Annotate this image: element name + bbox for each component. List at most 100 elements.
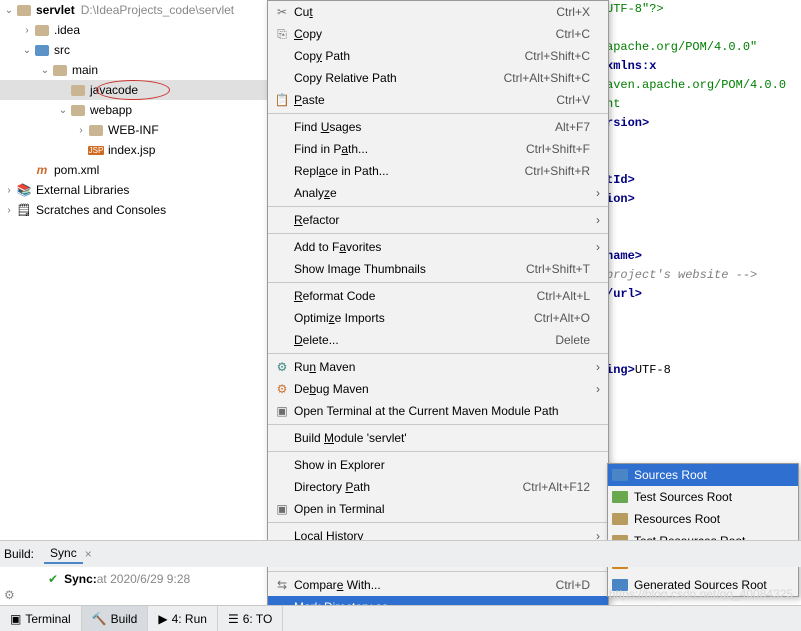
tree-item[interactable]: m pom.xml	[0, 160, 267, 180]
tree-twisty[interactable]: ⌄	[20, 45, 34, 56]
menu-item[interactable]: Copy Relative Path Ctrl+Alt+Shift+C	[268, 67, 608, 89]
menu-item[interactable]: Reformat CodeCtrl+Alt+L	[268, 285, 608, 307]
menu-item[interactable]: ▣Open in Terminal	[268, 498, 608, 520]
project-root-path: D:\IdeaProjects_code\servlet	[81, 3, 234, 17]
menu-item[interactable]: Optimize ImportsCtrl+Alt+O	[268, 307, 608, 329]
project-tree[interactable]: ⌄ servlet D:\IdeaProjects_code\servlet ›…	[0, 0, 267, 560]
menu-label: Copy Path	[292, 49, 505, 63]
folder-color-icon	[612, 491, 628, 503]
menu-item[interactable]: 📋PasteCtrl+V	[268, 89, 608, 111]
folder-icon: m	[34, 162, 50, 178]
menu-label: Refactor	[292, 213, 590, 227]
menu-label: Debug Maven	[292, 382, 590, 396]
menu-label: Open Terminal at the Current Maven Modul…	[292, 404, 590, 418]
sync-status-label: Sync:	[64, 572, 97, 586]
menu-item[interactable]: Add to Favorites›	[268, 236, 608, 258]
folder-icon: JSP	[88, 142, 104, 158]
folder-icon	[88, 122, 104, 138]
tree-item-label: .idea	[54, 23, 80, 37]
tree-item[interactable]: ⌄src	[0, 40, 267, 60]
menu-item[interactable]: Show in Explorer	[268, 454, 608, 476]
chevron-down-icon[interactable]: ⌄	[2, 5, 16, 16]
menu-item[interactable]: Replace in Path... Ctrl+Shift+R	[268, 160, 608, 182]
menu-shortcut: Ctrl+C	[556, 27, 590, 41]
external-libraries[interactable]: External Libraries	[36, 183, 129, 197]
tree-item[interactable]: ⌄ webapp	[0, 100, 267, 120]
submenu-item[interactable]: Test Sources Root	[608, 486, 798, 508]
menu-icon: ⎘	[272, 27, 292, 42]
menu-shortcut: Ctrl+Alt+Shift+C	[504, 71, 590, 85]
menu-label: Delete...	[292, 333, 535, 347]
menu-shortcut: Ctrl+Alt+O	[534, 311, 590, 325]
menu-label: Build Module 'servlet'	[292, 431, 590, 445]
submenu-label: Sources Root	[634, 468, 707, 482]
build-toolwindow-header[interactable]: Build: Sync ×	[0, 540, 801, 567]
menu-shortcut: Ctrl+Alt+L	[537, 289, 590, 303]
tree-item[interactable]: javacode	[0, 80, 267, 100]
tree-item-label: webapp	[90, 103, 132, 117]
scratches-consoles[interactable]: Scratches and Consoles	[36, 203, 166, 217]
folder-color-icon	[612, 513, 628, 525]
todo-tab[interactable]: ☰ 6: TO	[218, 606, 283, 631]
menu-shortcut: Ctrl+Alt+F12	[523, 480, 590, 494]
build-label: Build:	[4, 547, 34, 561]
chevron-right-icon[interactable]: ›	[2, 185, 16, 196]
tree-item-label: index.jsp	[108, 143, 155, 157]
menu-shortcut: Ctrl+Shift+R	[525, 164, 590, 178]
folder-icon	[16, 2, 32, 18]
menu-item[interactable]: Copy PathCtrl+Shift+C	[268, 45, 608, 67]
menu-icon: ⚙	[272, 360, 292, 374]
submenu-item[interactable]: Resources Root	[608, 508, 798, 530]
menu-label: Copy Relative Path	[292, 71, 484, 85]
submenu-arrow-icon: ›	[590, 186, 600, 200]
menu-item[interactable]: ⎘Copy Ctrl+C	[268, 23, 608, 45]
menu-item[interactable]: Delete...Delete	[268, 329, 608, 351]
tree-twisty[interactable]: ›	[20, 25, 34, 36]
menu-label: Run Maven	[292, 360, 590, 374]
menu-item[interactable]: ⚙Debug Maven›	[268, 378, 608, 400]
menu-item[interactable]: Find UsagesAlt+F7	[268, 116, 608, 138]
menu-shortcut: Ctrl+Shift+F	[526, 142, 590, 156]
menu-item[interactable]: ⚙Run Maven›	[268, 356, 608, 378]
folder-icon	[34, 22, 50, 38]
tree-twisty[interactable]: ⌄	[56, 105, 70, 116]
build-tab[interactable]: 🔨 Build	[82, 606, 149, 631]
menu-item[interactable]: Refactor›	[268, 209, 608, 231]
terminal-tab[interactable]: ▣ Terminal	[0, 606, 82, 631]
chevron-right-icon[interactable]: ›	[2, 205, 16, 216]
menu-item[interactable]: Directory Path Ctrl+Alt+F12	[268, 476, 608, 498]
tree-item[interactable]: ›WEB-INF	[0, 120, 267, 140]
menu-item[interactable]: Show Image ThumbnailsCtrl+Shift+T	[268, 258, 608, 280]
menu-item[interactable]: Build Module 'servlet'	[268, 427, 608, 449]
submenu-label: Resources Root	[634, 512, 720, 526]
scratches-icon: 🗒	[16, 202, 32, 218]
submenu-item[interactable]: Sources Root	[608, 464, 798, 486]
submenu-label: Test Sources Root	[634, 490, 732, 504]
tree-item[interactable]: ⌄main	[0, 60, 267, 80]
menu-item[interactable]: Analyze›	[268, 182, 608, 204]
sync-tab[interactable]: Sync	[44, 544, 83, 564]
menu-label: Directory Path	[292, 480, 503, 494]
close-icon[interactable]: ×	[85, 547, 92, 561]
menu-label: Replace in Path...	[292, 164, 505, 178]
run-tab[interactable]: ▶ 4: Run	[148, 606, 218, 631]
tree-twisty[interactable]: ⌄	[38, 65, 52, 76]
menu-shortcut: Alt+F7	[555, 120, 590, 134]
menu-item[interactable]: Find in Path...Ctrl+Shift+F	[268, 138, 608, 160]
bottom-toolbar: ▣ Terminal 🔨 Build ▶ 4: Run ☰ 6: TO	[0, 605, 801, 631]
settings-icon[interactable]: ⚙	[4, 588, 15, 602]
tree-item[interactable]: JSP index.jsp	[0, 140, 267, 160]
menu-label: Copy	[292, 27, 536, 41]
menu-item[interactable]: ✂CutCtrl+X	[268, 1, 608, 23]
menu-item[interactable]: ▣Open Terminal at the Current Maven Modu…	[268, 400, 608, 422]
tree-item-label: pom.xml	[54, 163, 99, 177]
folder-icon	[70, 102, 86, 118]
tree-twisty[interactable]: ›	[74, 125, 88, 136]
folder-icon	[34, 42, 50, 58]
tree-item[interactable]: › .idea	[0, 20, 267, 40]
menu-shortcut: Ctrl+V	[556, 93, 590, 107]
menu-label: Cut	[292, 5, 536, 19]
project-root-label[interactable]: servlet	[36, 3, 75, 17]
menu-icon: ▣	[272, 502, 292, 516]
menu-label: Add to Favorites	[292, 240, 590, 254]
